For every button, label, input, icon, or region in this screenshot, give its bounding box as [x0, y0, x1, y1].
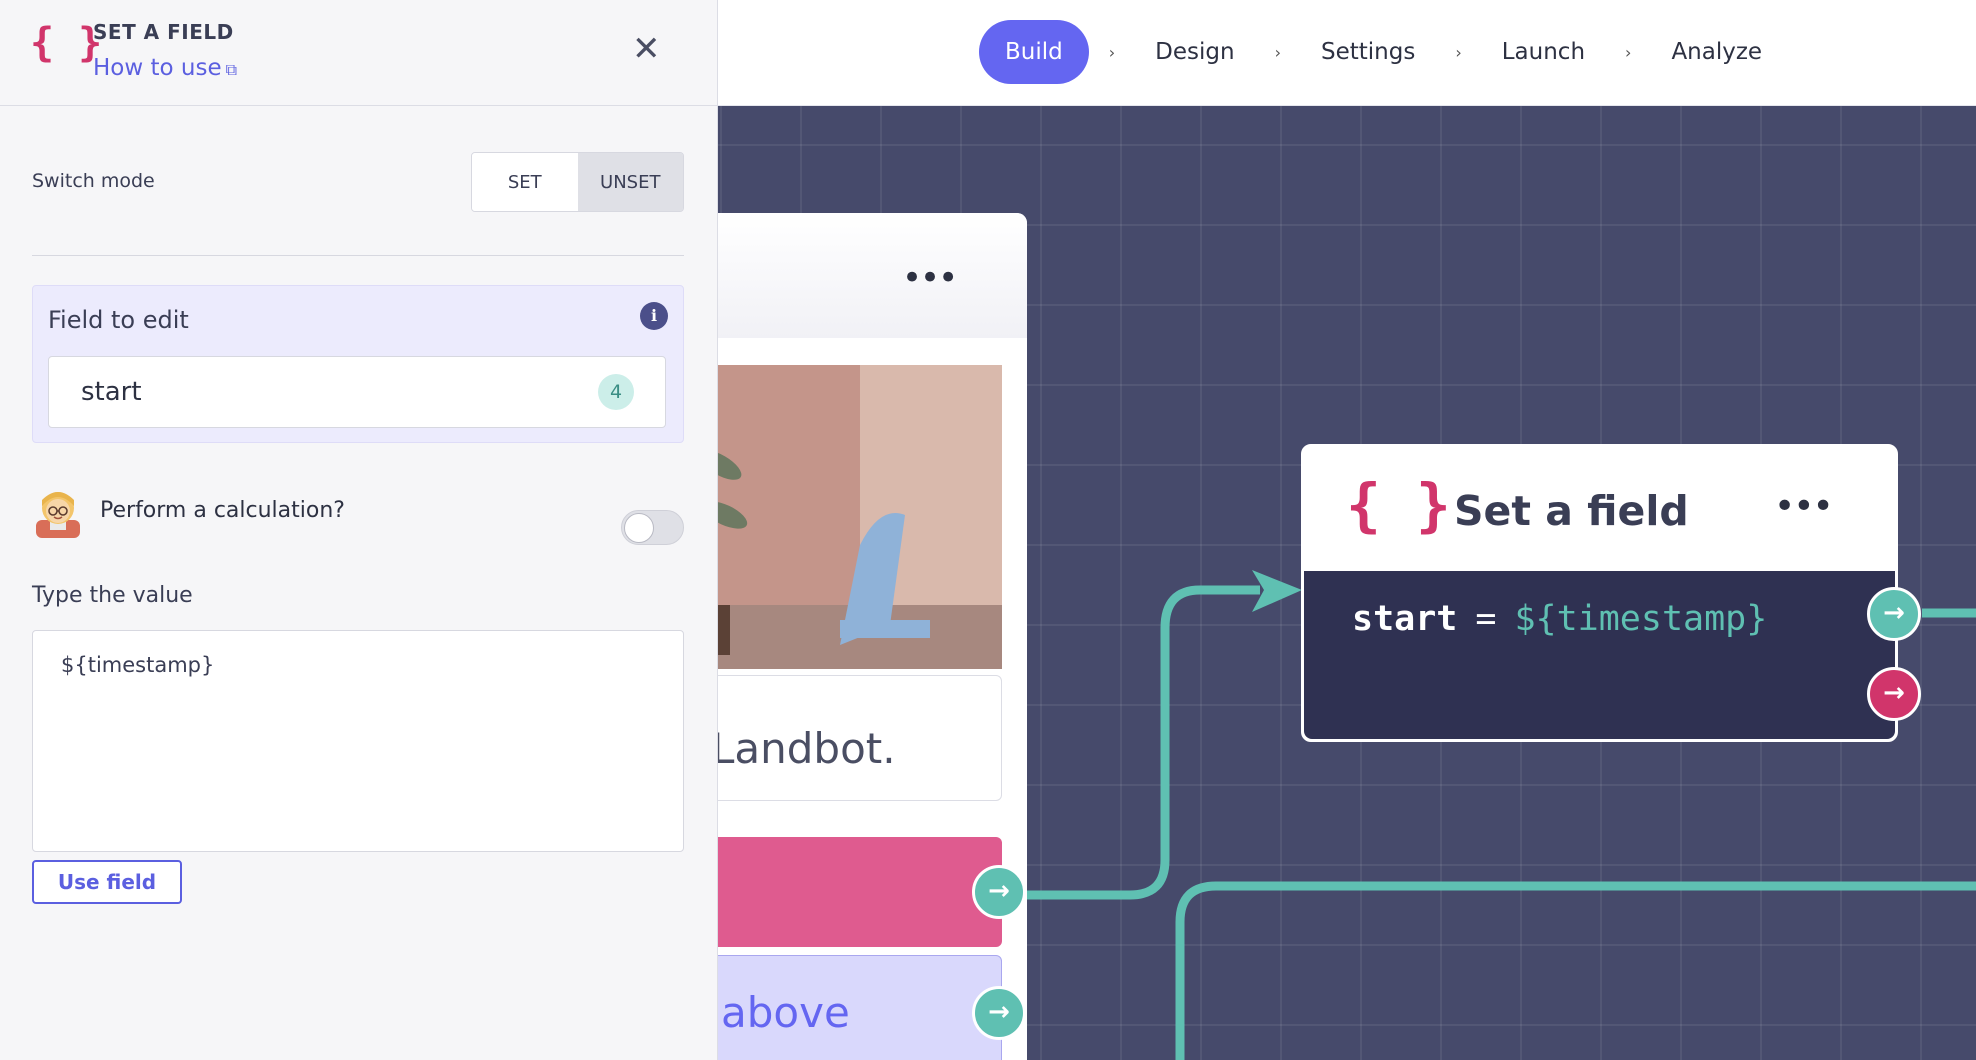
node-title: Set a field — [1454, 487, 1689, 535]
mode-switch: SET UNSET — [471, 152, 684, 212]
connection-line — [1027, 585, 1260, 900]
field-usage-count-badge: 4 — [598, 374, 634, 410]
assistant-avatar-icon — [36, 492, 80, 538]
more-options-icon[interactable]: ••• — [1774, 489, 1834, 525]
value-textarea[interactable]: ${timestamp} — [32, 630, 684, 852]
panel-header: { } SET A FIELD How to use ⧉ ✕ — [0, 0, 717, 106]
node-operator: = — [1475, 599, 1497, 639]
chat-message-text: Landbot. — [711, 724, 896, 773]
output-port-arrow-icon[interactable]: → — [972, 986, 1026, 1040]
output-port-arrow-icon[interactable]: → — [972, 865, 1026, 919]
node-field-value: ${timestamp} — [1514, 599, 1768, 639]
set-field-node[interactable]: { } Set a field ••• start = ${timestamp} →… — [1301, 444, 1921, 742]
mode-set-button[interactable]: SET — [472, 153, 578, 211]
set-field-panel: { } SET A FIELD How to use ⧉ ✕ Switch mod… — [0, 0, 718, 1060]
close-icon[interactable]: ✕ — [632, 32, 661, 66]
calculation-label: Perform a calculation? — [100, 498, 345, 523]
error-port-arrow-icon[interactable]: → — [1867, 667, 1921, 721]
connection-line — [1175, 881, 1976, 1060]
use-field-button[interactable]: Use field — [32, 860, 182, 904]
node-body: start = ${timestamp} — [1304, 571, 1895, 739]
panel-title: SET A FIELD — [93, 20, 234, 44]
external-link-icon: ⧉ — [225, 60, 238, 79]
mode-unset-button[interactable]: UNSET — [577, 153, 683, 211]
field-to-edit-label: Field to edit — [48, 306, 189, 334]
node-header: { } Set a field ••• — [1304, 447, 1895, 571]
calculation-toggle[interactable] — [621, 510, 684, 545]
braces-icon: { } — [30, 20, 103, 66]
divider — [32, 255, 684, 256]
braces-icon: { } — [1346, 471, 1451, 539]
how-to-use-link[interactable]: How to use ⧉ — [93, 55, 237, 81]
node-field-name: start — [1352, 599, 1458, 639]
how-to-use-text: How to use — [93, 55, 222, 81]
field-to-edit-section: Field to edit i start 4 — [32, 285, 684, 443]
output-port-arrow-icon[interactable]: → — [1867, 587, 1921, 641]
type-value-label: Type the value — [32, 583, 193, 608]
toggle-knob — [624, 513, 654, 543]
switch-mode-label: Switch mode — [32, 170, 155, 192]
field-select[interactable]: start 4 — [48, 356, 666, 428]
chat-button-secondary-text: above — [721, 988, 850, 1037]
info-icon[interactable]: i — [640, 302, 668, 330]
node-expression: start = ${timestamp} — [1352, 599, 1767, 639]
field-select-value: start — [81, 377, 142, 407]
more-options-icon[interactable]: ••• — [902, 261, 958, 295]
